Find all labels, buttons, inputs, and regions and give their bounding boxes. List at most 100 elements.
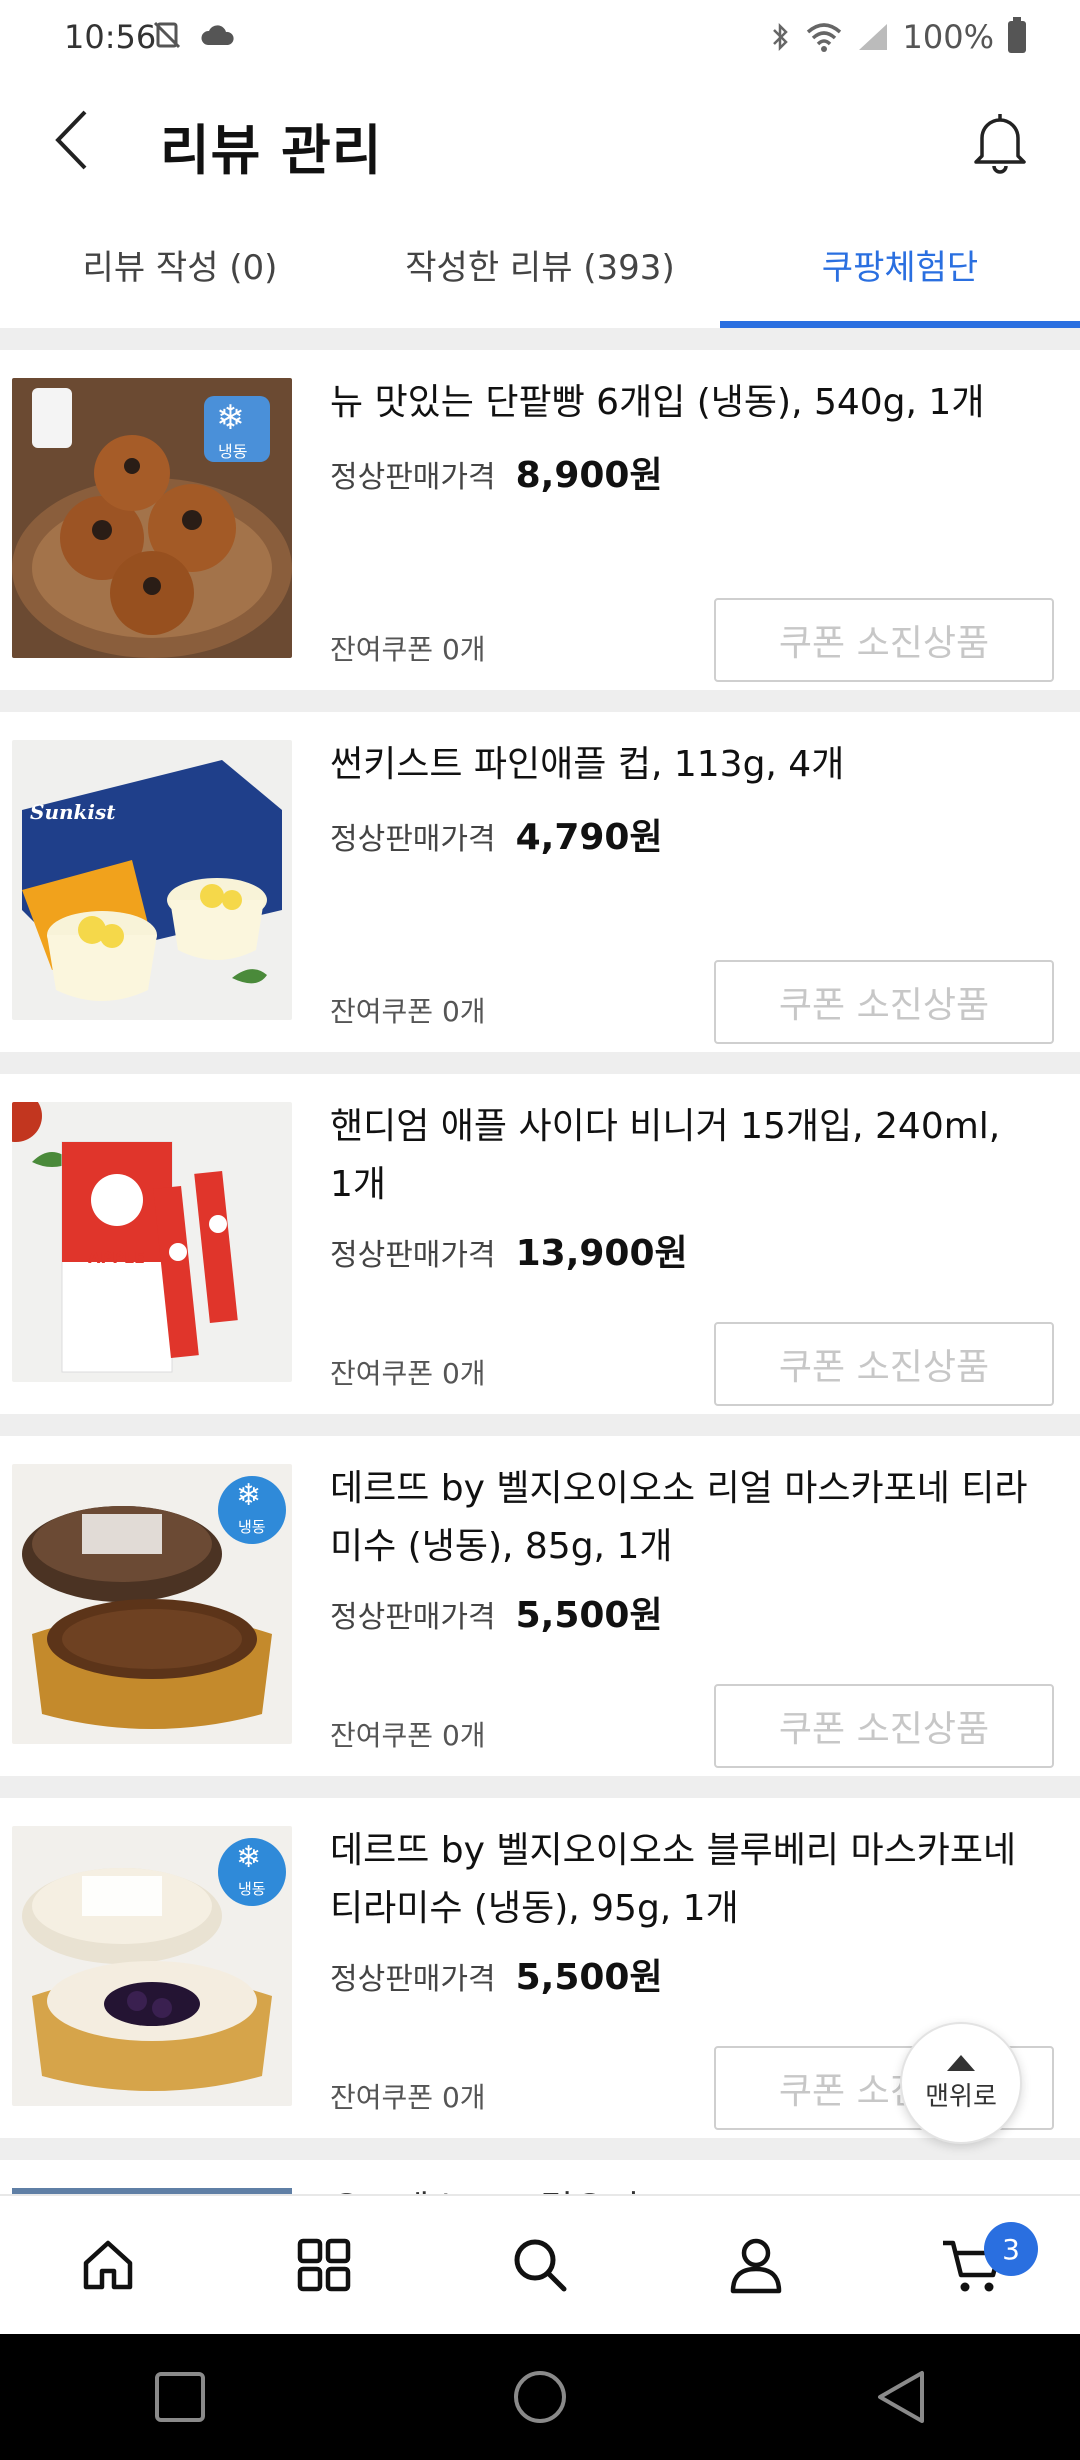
price-row: 정상판매가격 5,500원	[330, 1948, 663, 2000]
tab-bar: 리뷰 작성 (0) 작성한 리뷰 (393) 쿠팡체험단	[0, 200, 1080, 328]
product-image: APPLE	[12, 1102, 292, 1382]
list-item: ❄ 냉동 뉴 맛있는 단팥빵 6개입 (냉동), 540g, 1개 정상판매가격…	[0, 350, 1080, 690]
product-name: 썬키스트 파인애플 컵, 113g, 4개	[330, 744, 845, 785]
product-name: 데르뜨 by 벨지오이오소 블루베리 마스카포네 티라미수 (냉동), 95g,…	[330, 1830, 1017, 1929]
frozen-badge: 냉동	[238, 1518, 266, 1536]
price-label: 정상판매가격	[330, 1238, 496, 1273]
price-label: 정상판매가격	[330, 460, 496, 495]
price-value: 8,900원	[515, 455, 663, 496]
price-label: 정상판매가격	[330, 1600, 496, 1635]
nav-search[interactable]	[432, 2196, 648, 2334]
list-item: APPLE 핸디엄 애플 사이다 비니거 15개입, 240ml, 1개 정상판…	[0, 1074, 1080, 1414]
frozen-badge: 냉동	[218, 442, 248, 461]
coupon-exhausted-button[interactable]: 쿠폰 소진상품	[714, 1322, 1054, 1406]
frozen-badge: 냉동	[238, 1880, 266, 1898]
bottom-nav: 3	[0, 2194, 1080, 2334]
status-right-icons: 100%	[771, 17, 1026, 56]
wifi-icon	[806, 23, 841, 52]
remaining-coupons: 잔여쿠폰 0개	[330, 2081, 486, 2114]
price-label: 정상판매가격	[330, 1962, 496, 1997]
product-list: ❄ 냉동 뉴 맛있는 단팥빵 6개입 (냉동), 540g, 1개 정상판매가격…	[0, 328, 1080, 2240]
product-name: 데르뜨 by 벨지오이오소 리얼 마스카포네 티라미수 (냉동), 85g, 1…	[330, 1468, 1028, 1567]
nav-categories[interactable]	[216, 2196, 432, 2334]
divider	[0, 1776, 1080, 1798]
remaining-coupons: 잔여쿠폰 0개	[330, 995, 486, 1028]
square-icon	[155, 2372, 205, 2422]
divider	[0, 690, 1080, 712]
status-time: 10:56	[64, 18, 157, 56]
price-label: 정상판매가격	[330, 822, 496, 857]
cloud-icon	[201, 25, 234, 45]
no-notification-icon	[153, 21, 181, 49]
coupon-exhausted-button[interactable]: 쿠폰 소진상품	[714, 960, 1054, 1044]
nav-cart[interactable]: 3	[864, 2196, 1080, 2334]
price-row: 정상판매가격 5,500원	[330, 1586, 663, 1638]
price-row: 정상판매가격 4,790원	[330, 808, 663, 860]
triangle-up-icon	[947, 2054, 975, 2071]
bell-icon	[974, 114, 1026, 174]
tab-label: 리뷰 작성 (0)	[82, 247, 278, 288]
tab-label: 작성한 리뷰 (393)	[405, 247, 675, 288]
price-row: 정상판매가격 13,900원	[330, 1224, 688, 1276]
nav-my-account[interactable]	[648, 2196, 864, 2334]
tab-label: 쿠팡체험단	[821, 247, 979, 288]
product-image: ❄ 냉동	[12, 378, 292, 658]
home-icon	[83, 2240, 133, 2290]
box-label: APPLE	[88, 1248, 145, 1267]
chevron-left-icon	[55, 110, 87, 170]
app-header: 리뷰 관리	[0, 80, 1080, 200]
snowflake-icon: ❄	[216, 398, 245, 438]
remaining-coupons: 잔여쿠폰 0개	[330, 633, 486, 666]
recent-apps-button[interactable]	[120, 2347, 240, 2447]
status-left-icons	[152, 20, 236, 50]
divider	[0, 1052, 1080, 1074]
snowflake-icon: ❄	[236, 1840, 262, 1875]
back-button[interactable]	[36, 102, 106, 178]
triangle-back-icon	[878, 2371, 924, 2423]
tab-write-review[interactable]: 리뷰 작성 (0)	[0, 200, 360, 328]
cart-count-badge: 3	[984, 2222, 1038, 2276]
notification-button[interactable]	[960, 102, 1040, 182]
signal-icon	[858, 24, 887, 50]
back-system-button[interactable]	[840, 2347, 960, 2447]
snowflake-icon: ❄	[236, 1478, 262, 1513]
scroll-to-top-button[interactable]: 맨위로	[900, 2022, 1022, 2144]
divider	[0, 1414, 1080, 1436]
grid-icon	[297, 2238, 351, 2292]
active-tab-indicator	[720, 321, 1080, 328]
coupon-exhausted-button[interactable]: 쿠폰 소진상품	[714, 1684, 1054, 1768]
circle-icon	[514, 2371, 566, 2423]
tab-experience-group[interactable]: 쿠팡체험단	[720, 200, 1080, 328]
remaining-coupons: 잔여쿠폰 0개	[330, 1719, 486, 1752]
home-system-button[interactable]	[480, 2347, 600, 2447]
bluetooth-icon	[772, 22, 788, 52]
price-value: 13,900원	[515, 1233, 688, 1274]
system-nav-bar	[0, 2334, 1080, 2460]
nav-home[interactable]	[0, 2196, 216, 2334]
brand-logo: Sunkist	[30, 800, 116, 824]
product-image: ❄ 냉동	[12, 1826, 292, 2106]
coupon-exhausted-button[interactable]: 쿠폰 소진상품	[714, 598, 1054, 682]
remaining-coupons: 잔여쿠폰 0개	[330, 1357, 486, 1390]
search-icon	[514, 2239, 567, 2292]
product-image: ❄ 냉동	[12, 1464, 292, 1744]
tab-written-reviews[interactable]: 작성한 리뷰 (393)	[360, 200, 720, 328]
user-icon	[730, 2238, 782, 2294]
battery-icon	[1008, 17, 1026, 53]
price-value: 5,500원	[515, 1957, 663, 1998]
price-row: 정상판매가격 8,900원	[330, 446, 663, 498]
scroll-to-top-label: 맨위로	[925, 2081, 997, 2112]
page-title: 리뷰 관리	[160, 119, 383, 182]
price-value: 4,790원	[515, 817, 663, 858]
price-value: 5,500원	[515, 1595, 663, 1636]
product-name: 뉴 맛있는 단팥빵 6개입 (냉동), 540g, 1개	[330, 382, 985, 423]
list-item: Sunkist 썬키스트 파인애플 컵, 113g, 4개 정상판매가격 4,7…	[0, 712, 1080, 1052]
divider	[0, 2138, 1080, 2160]
product-image: Sunkist	[12, 740, 292, 1020]
divider	[0, 328, 1080, 350]
battery-percent: 100%	[902, 18, 994, 56]
list-item: ❄ 냉동 데르뜨 by 벨지오이오소 리얼 마스카포네 티라미수 (냉동), 8…	[0, 1436, 1080, 1776]
status-bar: 10:56 100%	[0, 0, 1080, 80]
screen: 10:56 100% 리뷰 관리 리뷰 작성 (0) 작성한 리뷰 (393) …	[0, 0, 1080, 2460]
product-name: 핸디엄 애플 사이다 비니거 15개입, 240ml, 1개	[330, 1106, 1001, 1205]
